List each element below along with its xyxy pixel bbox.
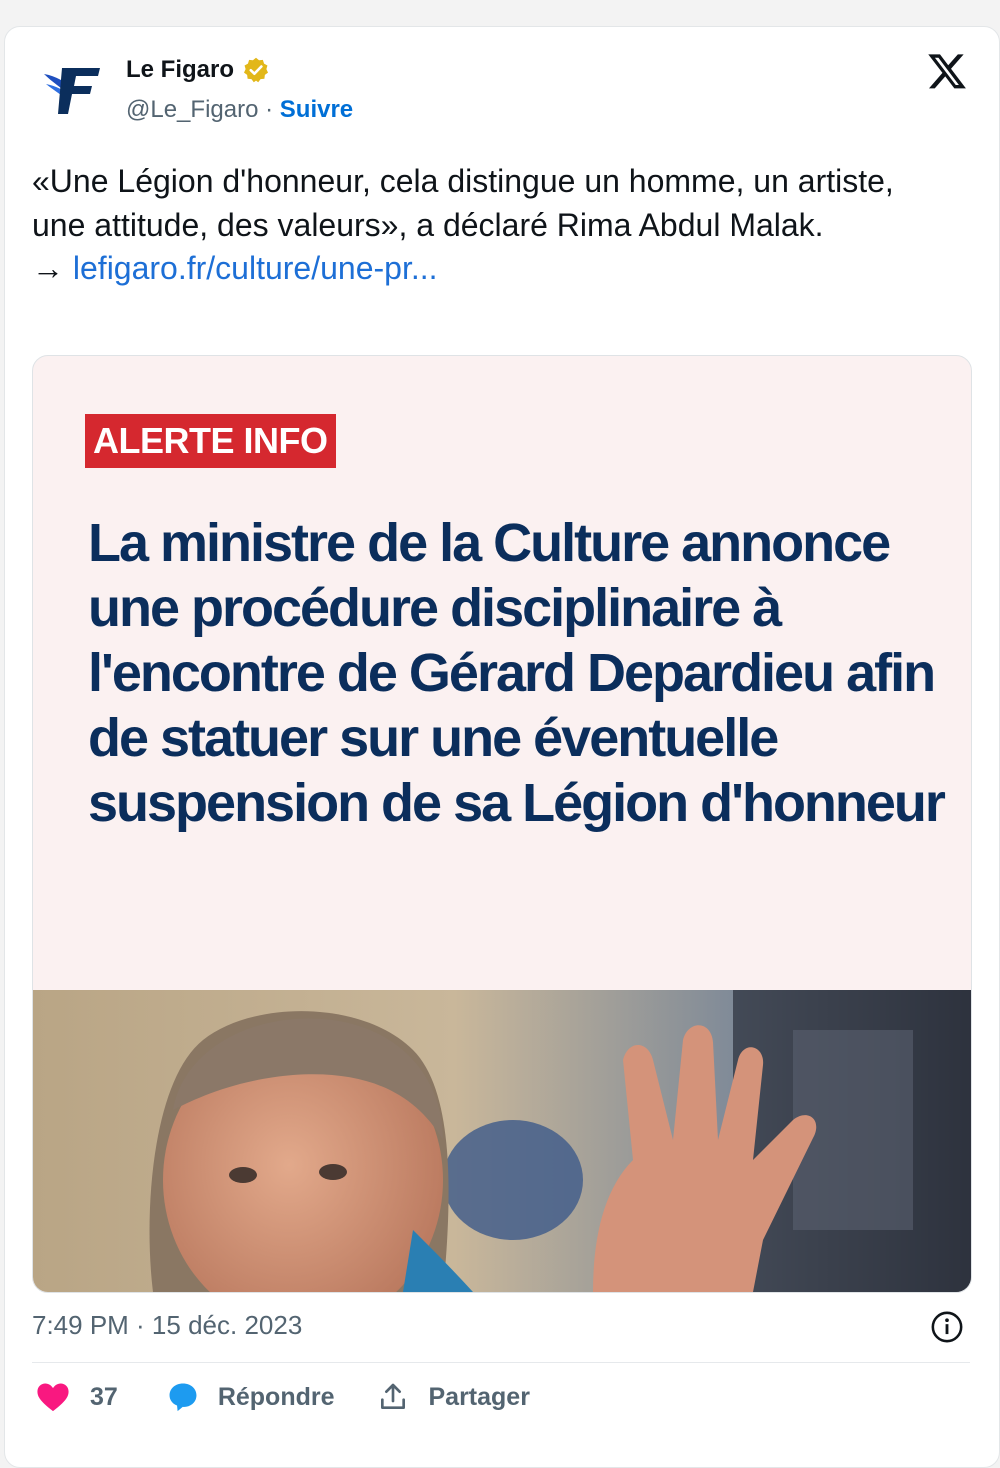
tweet-body: «Une Légion d'honneur, cela distingue un… (32, 163, 894, 243)
account-name-row: Le Figaro (126, 56, 270, 84)
follow-button[interactable]: Suivre (280, 96, 353, 123)
like-count: 37 (90, 1382, 118, 1411)
handle-separator: · (265, 96, 274, 123)
reply-label: Répondre (217, 1382, 335, 1411)
account-handle-row: @Le_Figaro · Suivre (126, 96, 353, 124)
account-handle[interactable]: @Le_Figaro (126, 96, 258, 123)
actions-divider (32, 1362, 970, 1363)
alert-badge: ALERTE INFO (85, 414, 336, 468)
account-avatar[interactable] (30, 48, 116, 134)
heart-icon (37, 1383, 69, 1412)
reply-button[interactable]: Répondre (166, 1380, 335, 1414)
action-bar: 37 Répondre Partager (36, 1380, 530, 1414)
article-photo (33, 990, 971, 1292)
share-button[interactable]: Partager (377, 1381, 530, 1413)
share-label: Partager (428, 1382, 530, 1411)
tweet-text-block: «Une Légion d'honneur, cela distingue un… (32, 160, 952, 291)
like-button[interactable]: 37 (36, 1381, 118, 1413)
verified-badge-icon (243, 57, 269, 83)
reply-bubble-icon (169, 1383, 197, 1412)
le-figaro-logo (44, 68, 100, 114)
tweet-timestamp[interactable]: 7:49 PM · 15 déc. 2023 (32, 1310, 302, 1341)
article-link[interactable]: lefigaro.fr/culture/une-pr... (73, 250, 438, 286)
account-display-name[interactable]: Le Figaro (126, 56, 234, 84)
link-arrow: → (32, 250, 64, 286)
article-headline: La ministre de la Culture annonce une pr… (88, 513, 946, 833)
media-card[interactable]: ALERTE INFO La ministre de la Culture an… (32, 355, 972, 1293)
x-logo-icon[interactable] (926, 50, 968, 92)
share-upload-icon (380, 1383, 405, 1409)
info-icon[interactable] (930, 1310, 964, 1344)
